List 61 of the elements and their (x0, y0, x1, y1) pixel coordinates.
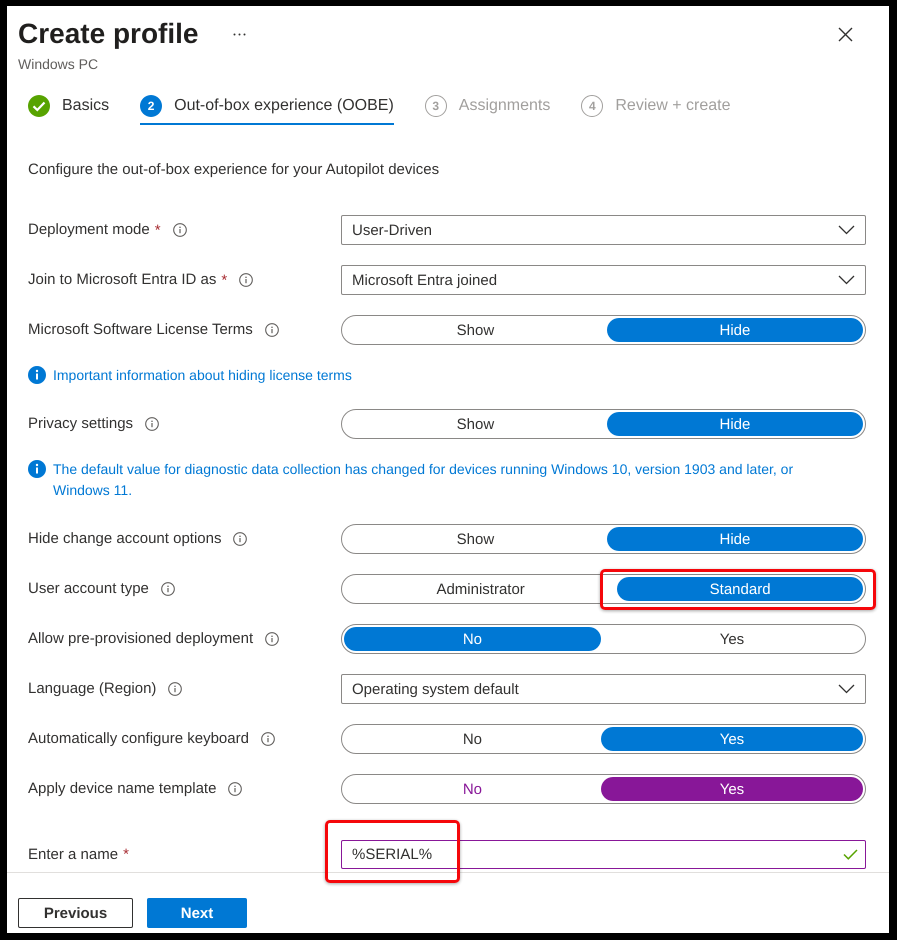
field-label: Automatically configure keyboard (28, 729, 249, 749)
toggle-option[interactable]: No (344, 627, 601, 651)
field-label: Microsoft Software License Terms (28, 320, 253, 340)
toggle-option[interactable]: Show (344, 412, 607, 436)
info-icon[interactable] (260, 732, 275, 746)
info-icon[interactable] (228, 782, 242, 796)
more-icon[interactable] (232, 32, 246, 36)
info-icon[interactable] (239, 273, 254, 287)
toggle-option[interactable]: Show (344, 318, 607, 342)
info-icon (28, 366, 46, 384)
toggle-option[interactable]: Administrator (344, 577, 618, 601)
page-title: Create profile (18, 17, 198, 51)
required-mark: * (123, 846, 129, 863)
toggle-option[interactable]: Hide (606, 527, 864, 551)
info-link[interactable]: Important information about hiding license terms (53, 365, 352, 386)
info-icon[interactable] (168, 682, 182, 696)
field-label: User account type (28, 579, 149, 599)
next-button[interactable]: Next (147, 898, 247, 928)
step-number: 2 (140, 94, 162, 116)
toggle-option[interactable]: Yes (600, 727, 864, 751)
toggle-option[interactable]: No (344, 777, 601, 801)
step-number: 3 (424, 94, 447, 116)
toggle-option[interactable]: No (344, 727, 601, 751)
close-icon[interactable] (838, 26, 853, 42)
info-icon (28, 460, 46, 478)
info-link[interactable]: The default value for diagnostic data collection has changed for devices running Windows 10, version 1903 and later, or Windows 11. (53, 459, 833, 501)
field-label: Privacy settings (28, 414, 134, 434)
info-icon[interactable] (264, 323, 279, 337)
dropdown[interactable]: Microsoft Entra joined (341, 265, 866, 295)
field-label: Language (Region) (28, 679, 156, 699)
field-label: Enter a name (28, 844, 118, 864)
toggle-option[interactable]: Hide (606, 412, 864, 436)
dropdown[interactable]: Operating system default (341, 674, 866, 704)
info-icon[interactable] (233, 532, 248, 546)
toggle-option[interactable]: Show (344, 527, 607, 551)
chevron-down-icon (838, 225, 855, 235)
toggle-option[interactable]: Yes (600, 627, 864, 651)
info-icon[interactable] (172, 223, 187, 237)
required-mark: * (221, 272, 228, 288)
info-icon[interactable] (265, 632, 280, 646)
info-icon[interactable] (145, 417, 160, 431)
field-label: Join to Microsoft Entra ID as (28, 270, 216, 290)
field-label: Apply device name template (28, 779, 216, 799)
info-icon[interactable] (160, 582, 175, 596)
field-label: Deployment mode (28, 220, 150, 240)
wizard-step-tab[interactable]: Basics (28, 88, 110, 125)
wizard-step-tab[interactable]: 2 Out-of-box experience (OOBE) (140, 88, 394, 125)
page-subtitle: Windows PC (18, 55, 100, 73)
required-mark: * (154, 222, 161, 238)
field-label: Allow pre-provisioned deployment (28, 629, 254, 649)
text-field[interactable]: %SERIAL% (341, 840, 866, 869)
dropdown[interactable]: User-Driven (341, 215, 866, 245)
toggle-option[interactable]: Yes (600, 777, 864, 801)
step-number: 4 (581, 94, 604, 116)
chevron-down-icon (838, 684, 855, 694)
intro-text: Configure the out-of-box experience for your Autopilot devices (28, 160, 440, 180)
toggle-option[interactable]: Standard (617, 577, 863, 601)
toggle-option[interactable]: Hide (606, 318, 864, 342)
field-label: Hide change account options (28, 529, 222, 549)
previous-button[interactable]: Previous (18, 898, 133, 928)
chevron-down-icon (838, 275, 855, 285)
